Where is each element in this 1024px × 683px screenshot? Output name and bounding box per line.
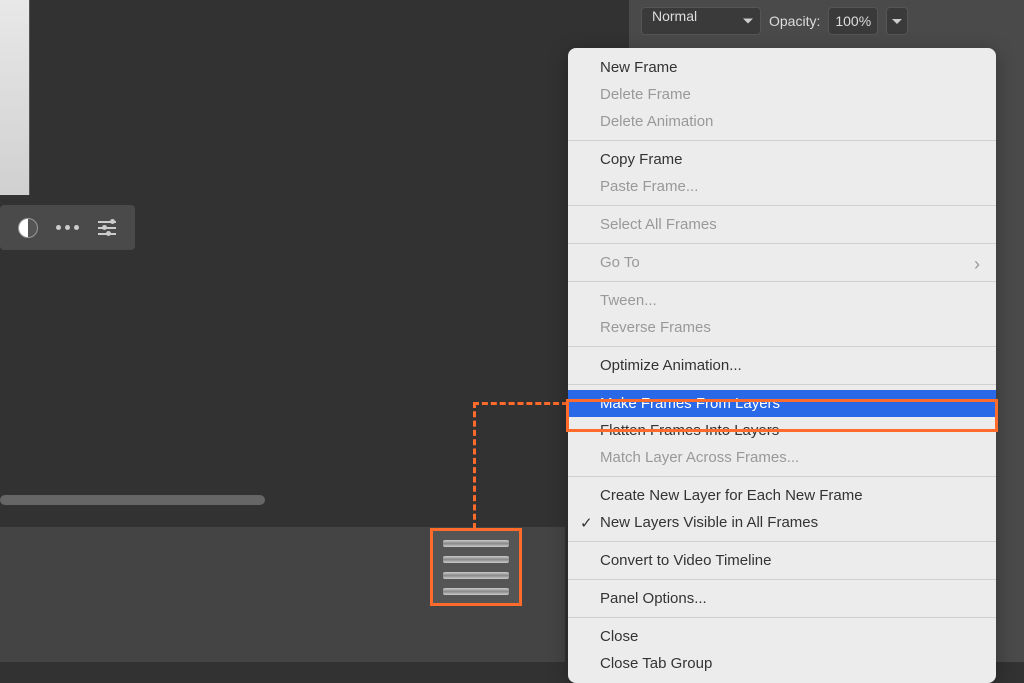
timeline-context-menu: New FrameDelete FrameDelete Animation Cop…: [568, 48, 996, 683]
menu-item-paste-frame: Paste Frame...: [568, 173, 996, 200]
menu-item-select-all-frames: Select All Frames: [568, 211, 996, 238]
menu-item-reverse-frames: Reverse Frames: [568, 314, 996, 341]
menu-item-close-tab-group[interactable]: Close Tab Group: [568, 650, 996, 677]
menu-item-panel-options[interactable]: Panel Options...: [568, 585, 996, 612]
contrast-icon[interactable]: [14, 214, 42, 242]
menu-item-tween: Tween...: [568, 287, 996, 314]
menu-item-new-layers-visible-in-all-frames[interactable]: New Layers Visible in All Frames: [568, 509, 996, 536]
menu-item-optimize-animation[interactable]: Optimize Animation...: [568, 352, 996, 379]
menu-separator: [568, 384, 996, 385]
menu-item-go-to: Go To: [568, 249, 996, 276]
panel-menu-button[interactable]: [430, 528, 522, 606]
menu-separator: [568, 205, 996, 206]
menu-item-copy-frame[interactable]: Copy Frame: [568, 146, 996, 173]
menu-separator: [568, 541, 996, 542]
menu-item-close[interactable]: Close: [568, 623, 996, 650]
canvas-preview: [0, 0, 30, 195]
menu-item-convert-to-video-timeline[interactable]: Convert to Video Timeline: [568, 547, 996, 574]
menu-separator: [568, 281, 996, 282]
sliders-icon[interactable]: [93, 214, 121, 242]
menu-separator: [568, 579, 996, 580]
menu-item-delete-animation: Delete Animation: [568, 108, 996, 135]
menu-item-create-new-layer-for-each-new-frame[interactable]: Create New Layer for Each New Frame: [568, 482, 996, 509]
annotation-line-vertical: [473, 402, 476, 529]
menu-separator: [568, 140, 996, 141]
adjustment-toolbar: [0, 205, 135, 250]
annotation-line-horizontal: [473, 402, 568, 405]
menu-separator: [568, 476, 996, 477]
menu-item-flatten-frames-into-layers[interactable]: Flatten Frames Into Layers: [568, 417, 996, 444]
scrollbar-thumb[interactable]: [0, 495, 265, 505]
more-options-icon[interactable]: [53, 214, 81, 242]
menu-item-delete-frame: Delete Frame: [568, 81, 996, 108]
menu-item-match-layer-across-frames: Match Layer Across Frames...: [568, 444, 996, 471]
menu-item-make-frames-from-layers[interactable]: Make Frames From Layers: [568, 390, 996, 417]
menu-separator: [568, 617, 996, 618]
menu-separator: [568, 346, 996, 347]
menu-separator: [568, 243, 996, 244]
opacity-label: Opacity:: [769, 13, 820, 29]
horizontal-scrollbar[interactable]: [0, 491, 280, 509]
blend-mode-select[interactable]: Normal: [641, 7, 761, 35]
opacity-value[interactable]: 100%: [828, 7, 878, 35]
layers-panel-header: Normal Opacity: 100%: [629, 0, 1024, 42]
opacity-dropdown-icon[interactable]: [886, 7, 908, 35]
menu-item-new-frame[interactable]: New Frame: [568, 54, 996, 81]
hamburger-icon: [443, 540, 509, 595]
canvas-area: [0, 0, 565, 500]
